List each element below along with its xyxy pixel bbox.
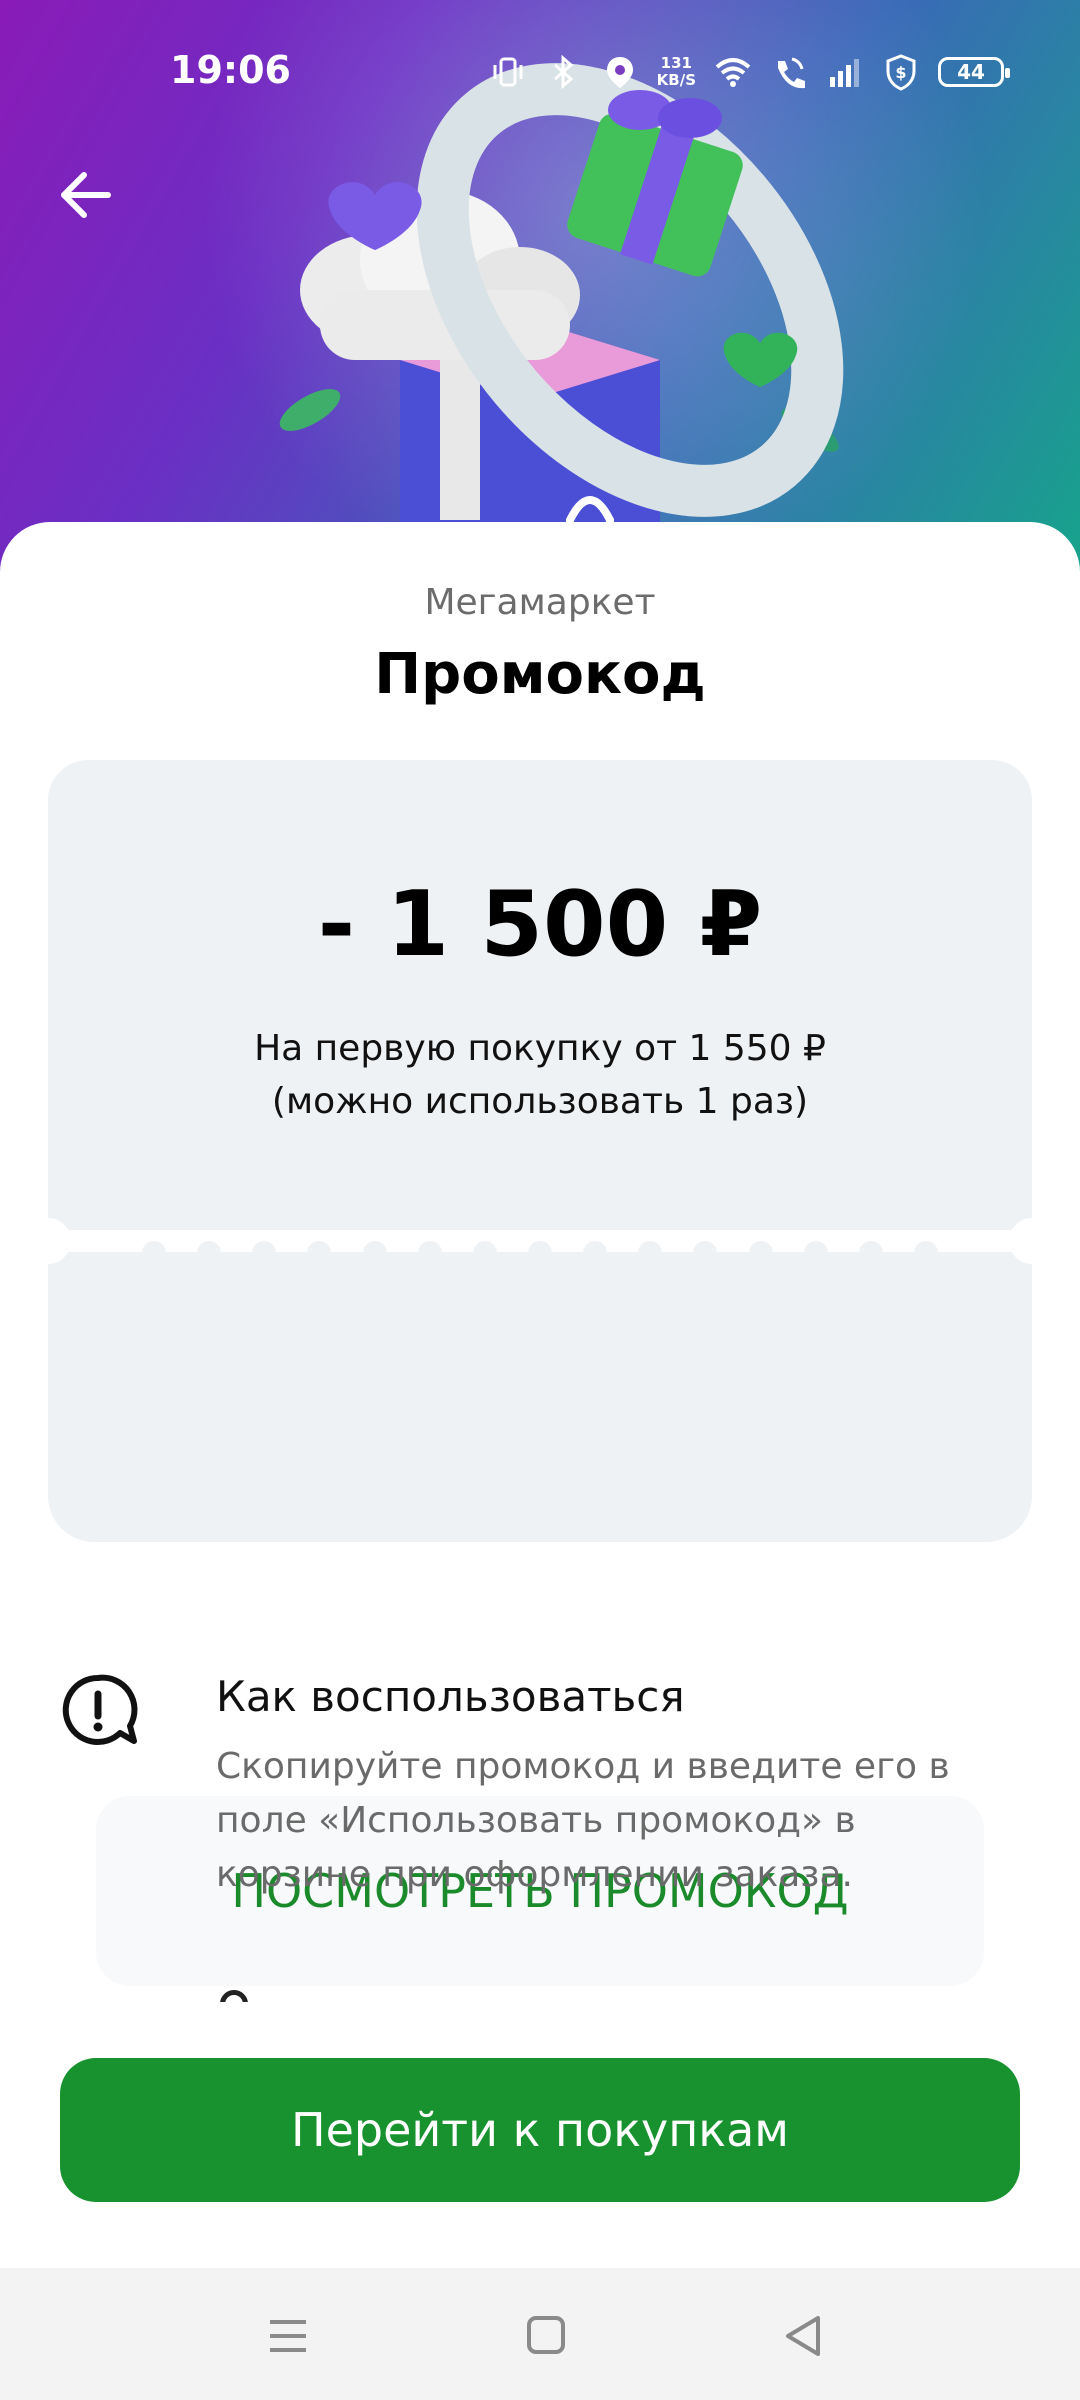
hero-banner: 19:06 131 KB/S $ 44: [0, 0, 1080, 600]
signal-icon: [830, 59, 859, 87]
arrow-left-icon: [61, 172, 111, 218]
how-to-title: Как воспользоваться: [216, 1672, 685, 1721]
home-square-icon[interactable]: [516, 2306, 576, 2366]
promo-condition-line1: На первую покупку от 1 550 ₽: [254, 1028, 826, 1069]
status-icons: 131 KB/S $ 44: [489, 48, 1010, 96]
promo-card-top: - 1 500 ₽ На первую покупку от 1 550 ₽ (…: [48, 760, 1032, 1230]
brand-name: Мегамаркет: [424, 582, 656, 623]
go-shopping-button[interactable]: Перейти к покупкам: [60, 2058, 1020, 2202]
how-to-section: Как воспользоваться Скопируйте промокод …: [0, 1672, 1080, 1972]
promo-card-bottom: ПОСМОТРЕТЬ ПРОМОКОД: [48, 1252, 1032, 1986]
net-speed-unit: KB/S: [656, 71, 696, 89]
promo-amount: - 1 500 ₽: [317, 872, 763, 977]
ticket-notch-left: [25, 1218, 71, 1264]
promo-illustration: [279, 63, 844, 600]
status-time: 19:06: [170, 48, 291, 92]
promo-condition: На первую покупку от 1 550 ₽ (можно испо…: [48, 1022, 1032, 1128]
menu-icon[interactable]: [258, 2306, 318, 2366]
promo-condition-line2: (можно использовать 1 раз): [271, 1081, 809, 1122]
wifi-icon: [715, 58, 751, 87]
next-section-peek: [216, 1982, 256, 2002]
how-to-text: Скопируйте промокод и введите его в поле…: [216, 1746, 950, 1895]
back-button[interactable]: [50, 160, 120, 230]
back-triangle-icon[interactable]: [774, 2306, 834, 2366]
promo-card: - 1 500 ₽ На первую покупку от 1 550 ₽ (…: [25, 760, 1055, 1986]
status-bar: 19:06 131 KB/S $ 44: [0, 0, 1080, 140]
net-speed: 131 KB/S: [657, 55, 696, 89]
svg-text:$: $: [895, 63, 906, 82]
system-nav-bar: [0, 2268, 1080, 2400]
ticket-notch-right: [1009, 1218, 1055, 1264]
vibrate-icon: [493, 57, 523, 87]
content-sheet: Мегамаркет Промокод - 1 500 ₽ На первую …: [0, 522, 1080, 2262]
shield-dollar-icon: $: [886, 54, 916, 91]
net-speed-value: 131: [660, 54, 692, 72]
speech-bubble-exclamation-icon: [62, 1674, 138, 1745]
battery-icon: 44: [938, 57, 1010, 87]
bluetooth-icon: [553, 54, 573, 90]
page-title: Промокод: [374, 642, 706, 707]
wifi-call-icon: [778, 57, 805, 89]
location-icon: [606, 57, 633, 88]
